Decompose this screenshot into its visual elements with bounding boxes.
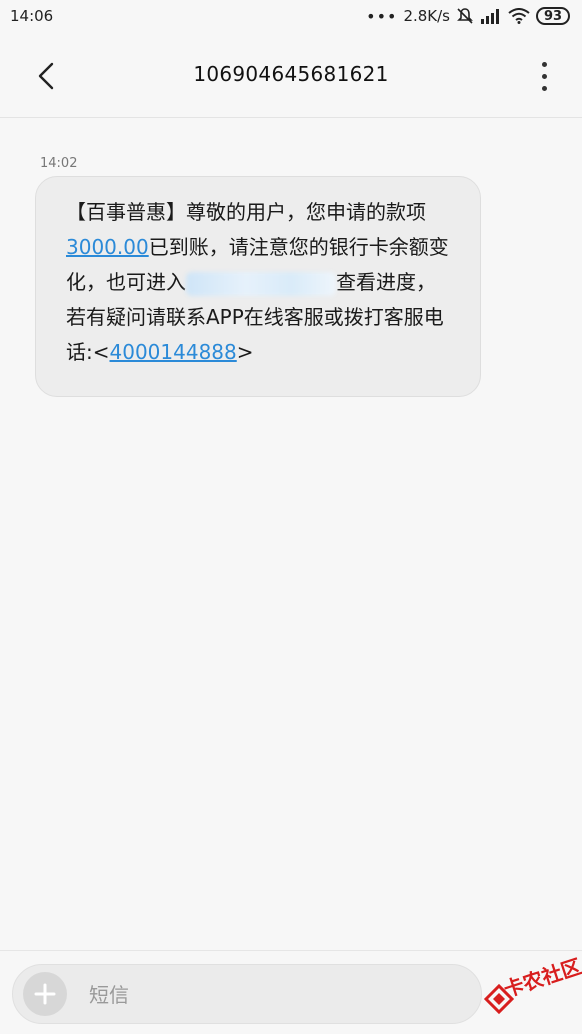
- message-text-part1: 【百事普惠】尊敬的用户，您申请的款项: [66, 200, 426, 224]
- muted-bell-icon: [457, 8, 473, 24]
- watermark-text: 卡农社区: [500, 954, 582, 1002]
- conversation-header: 106904645681621: [0, 32, 582, 118]
- phone-link[interactable]: 4000144888: [110, 340, 237, 364]
- signal-icon: [481, 9, 499, 24]
- plus-icon: [34, 983, 56, 1005]
- message-timestamp: 14:02: [40, 156, 78, 171]
- compose-field-wrapper: [12, 964, 482, 1024]
- amount-link[interactable]: 3000.00: [66, 235, 149, 259]
- message-text-part4: >: [236, 340, 254, 364]
- more-options-button[interactable]: [536, 58, 552, 94]
- more-vertical-icon: [541, 61, 547, 67]
- watermark-logo: 卡农社区: [482, 934, 582, 1026]
- sms-input[interactable]: [87, 975, 451, 1015]
- battery-indicator: 93: [536, 7, 570, 25]
- more-notifications-icon: •••: [366, 6, 398, 26]
- network-speed: 2.8K/s: [403, 7, 450, 25]
- status-icons: ••• 2.8K/s 93: [366, 7, 570, 26]
- status-time: 14:06: [10, 7, 54, 25]
- wifi-icon: [508, 8, 530, 24]
- message-bubble[interactable]: 【百事普惠】尊敬的用户，您申请的款项3000.00已到账，请注意您的银行卡余额变…: [35, 176, 481, 397]
- redacted-app-name: [186, 271, 336, 296]
- status-bar: 14:06 ••• 2.8K/s 93: [0, 0, 582, 32]
- contact-title: 106904645681621: [193, 62, 389, 86]
- add-attachment-button[interactable]: [23, 972, 67, 1016]
